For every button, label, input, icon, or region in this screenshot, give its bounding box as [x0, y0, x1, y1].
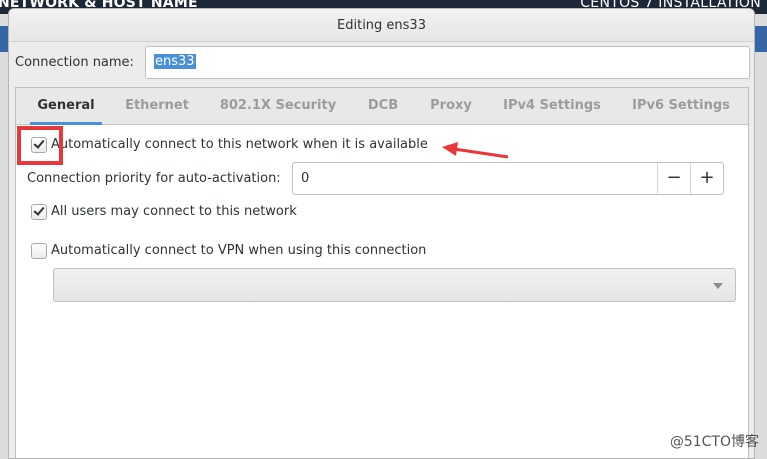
edit-connection-dialog: Editing ens33 Connection name: ens33 Gen…	[8, 8, 755, 459]
vpn-auto-checkbox[interactable]	[31, 243, 47, 259]
dropdown-arrow-icon	[713, 283, 723, 289]
all-users-label: All users may connect to this network	[51, 204, 297, 219]
auto-connect-label: Automatically connect to this network wh…	[51, 137, 428, 152]
dialog-title: Editing ens33	[9, 9, 754, 42]
tab-proxy[interactable]: Proxy	[429, 88, 473, 125]
connection-name-value: ens33	[154, 54, 196, 69]
connection-name-row: Connection name: ens33	[9, 46, 754, 80]
tab-ipv4-settings[interactable]: IPv4 Settings	[502, 88, 602, 125]
priority-spinbutton[interactable]: 0 − +	[292, 162, 724, 195]
tab-bar: General Ethernet 802.1X Security DCB Pro…	[16, 88, 748, 125]
tab-8021x-security[interactable]: 802.1X Security	[219, 88, 337, 125]
vpn-auto-label: Automatically connect to VPN when using …	[51, 243, 427, 258]
priority-decrement-button[interactable]: −	[657, 163, 690, 194]
tab-ipv6-settings[interactable]: IPv6 Settings	[631, 88, 731, 125]
connection-name-input[interactable]: ens33	[145, 46, 750, 79]
tab-dcb[interactable]: DCB	[366, 88, 400, 125]
all-users-checkbox[interactable]	[31, 204, 47, 220]
tab-general[interactable]: General	[30, 88, 102, 125]
priority-value: 0	[301, 171, 310, 186]
annotation-highlight-box	[17, 126, 63, 165]
background-right-panel	[755, 14, 767, 459]
priority-increment-button[interactable]: +	[690, 163, 723, 194]
priority-label: Connection priority for auto-activation:	[27, 171, 281, 186]
vpn-connection-select[interactable]	[53, 268, 736, 302]
connection-name-label: Connection name:	[15, 55, 134, 70]
tab-ethernet[interactable]: Ethernet	[124, 88, 190, 125]
background-left-panel	[0, 14, 8, 459]
annotation-arrow	[442, 142, 509, 159]
watermark: @51CTO博客	[669, 434, 759, 450]
